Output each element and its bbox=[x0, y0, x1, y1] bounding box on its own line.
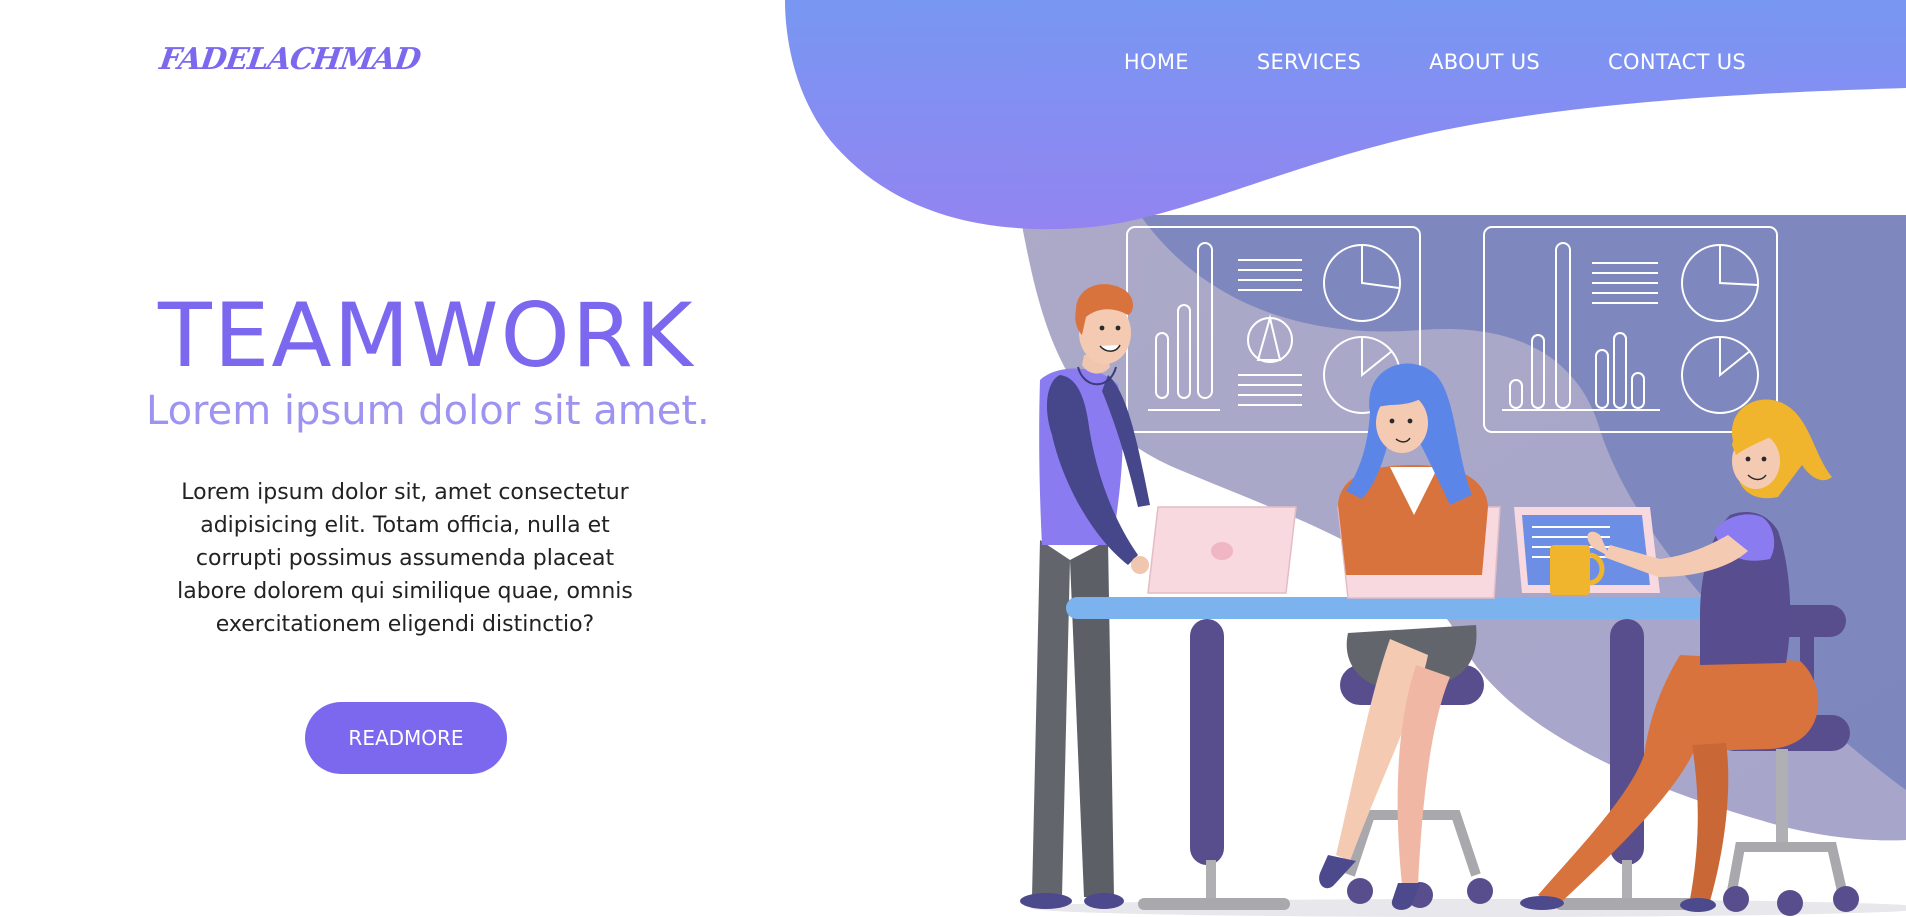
landing-page: FADELACHMAD HOME SERVICES ABOUT US CONTA… bbox=[0, 0, 1906, 917]
person-woman-middle bbox=[1319, 363, 1493, 910]
hero-body: Lorem ipsum dolor sit, amet consectetur … bbox=[177, 480, 633, 637]
laptop-left bbox=[1147, 506, 1297, 594]
teamwork-illustration bbox=[1020, 226, 1906, 917]
nav-services[interactable]: SERVICES bbox=[1257, 50, 1361, 74]
nav-contact-us[interactable]: CONTACT US bbox=[1608, 50, 1746, 74]
top-wave bbox=[785, 0, 1906, 230]
dashboard-panel-right bbox=[1483, 226, 1778, 433]
nav-about-us[interactable]: ABOUT US bbox=[1429, 50, 1540, 74]
hero-title: TEAMWORK bbox=[158, 284, 695, 387]
main-nav: HOME SERVICES ABOUT US CONTACT US bbox=[1124, 50, 1746, 74]
brand-logo[interactable]: FADELACHMAD bbox=[158, 42, 423, 77]
readmore-button[interactable]: READMORE bbox=[305, 702, 507, 774]
person-woman-right bbox=[1520, 399, 1859, 916]
person-man-standing bbox=[1020, 284, 1150, 909]
nav-home[interactable]: HOME bbox=[1124, 50, 1189, 74]
hero-subtitle: Lorem ipsum dolor sit amet. bbox=[146, 388, 710, 434]
